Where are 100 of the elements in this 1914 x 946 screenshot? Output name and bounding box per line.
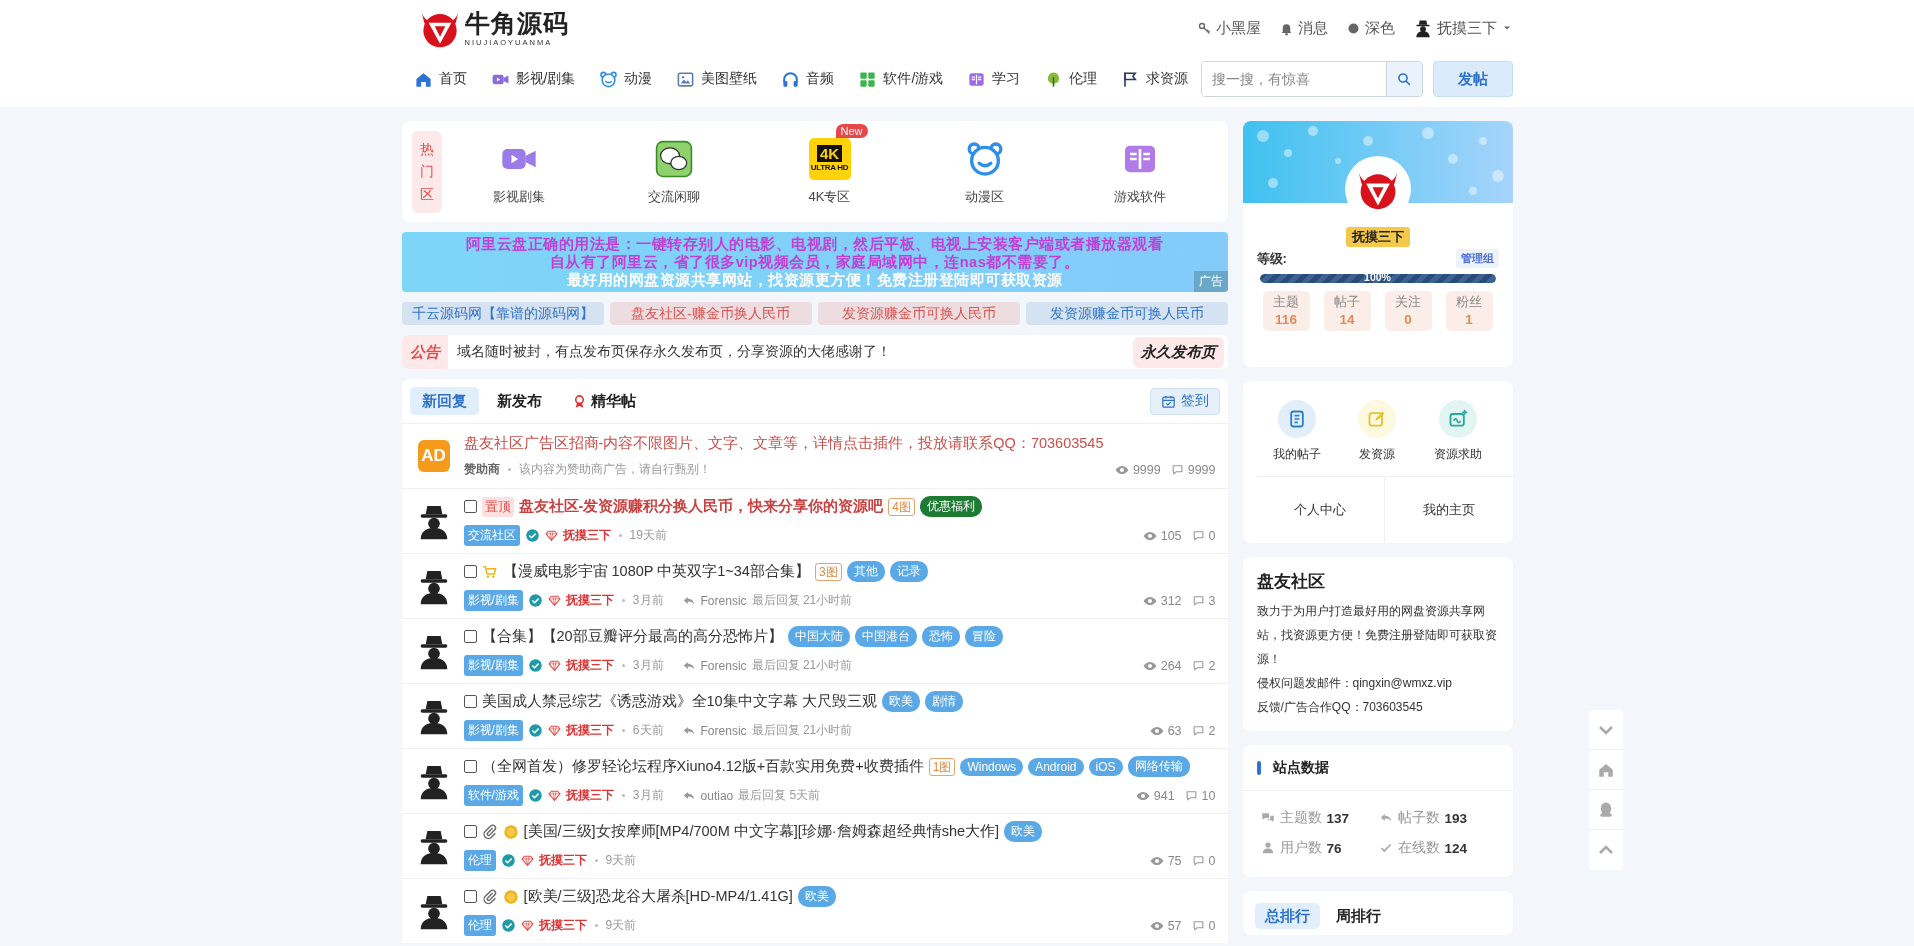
reply-count: 0 — [1208, 918, 1216, 933]
key-icon — [1196, 20, 1212, 36]
post-title[interactable]: 盘友社区广告区招商-内容不限图片、文字、文章等，详情点击插件，投放请联系QQ：703603545 — [463, 434, 1104, 453]
nav-link[interactable]: 美图壁纸 — [676, 69, 758, 89]
comment-icon — [1191, 919, 1205, 932]
feed-tab[interactable]: 精华帖 — [559, 387, 648, 415]
diamond-icon — [544, 529, 558, 542]
author-name[interactable]: 抚摸三下 — [565, 787, 614, 804]
author-name[interactable]: 抚摸三下 — [538, 917, 587, 934]
nav-link[interactable]: 学习 — [967, 69, 1021, 89]
author-name[interactable]: 抚摸三下 — [565, 722, 614, 739]
top-link[interactable]: 抚摸三下 — [1412, 18, 1513, 38]
post-title[interactable]: 【漫威电影宇宙 1080P 中英双字1~34部合集】 — [502, 562, 810, 581]
author-name[interactable]: 抚摸三下 — [562, 527, 611, 544]
nav-link[interactable]: 求资源 — [1121, 69, 1189, 89]
banner-text: 阿里云盘正确的用法是：一键转存别人的电影、电视剧，然后平板、电视上安装客户端或者播放器观看 — [465, 235, 1164, 253]
last-reply-user[interactable]: Forensic — [700, 593, 747, 608]
post-button[interactable]: 发帖 — [1432, 61, 1513, 97]
last-reply-user[interactable]: Forensic — [700, 658, 747, 673]
nav-link[interactable]: 音频 — [781, 69, 835, 89]
profile-link[interactable]: 我的主页 — [1384, 477, 1513, 543]
post-time: 9天前 — [605, 852, 637, 869]
checkbox[interactable] — [463, 500, 477, 513]
post-tag[interactable]: 剧情 — [924, 691, 963, 712]
author-name[interactable]: 抚摸三下 — [565, 657, 614, 674]
category-tag[interactable]: 软件/游戏 — [463, 785, 523, 806]
post-tag[interactable]: 中国港台 — [854, 626, 917, 647]
promo-link[interactable]: 发资源赚金币可换人民币 — [1025, 302, 1228, 325]
check-in-button[interactable]: 签到 — [1149, 387, 1220, 415]
nav-link[interactable]: 首页 — [413, 69, 467, 89]
author-name[interactable]: 抚摸三下 — [538, 852, 587, 869]
category-link[interactable]: 4K专区 — [808, 187, 851, 206]
stat-value: 14 — [1339, 311, 1355, 328]
top-link[interactable]: 小黑屋 — [1196, 18, 1261, 38]
nav-link[interactable]: 软件/游戏 — [858, 69, 944, 89]
last-reply-user[interactable]: outiao — [700, 788, 734, 803]
post-title[interactable]: 盘友社区-发资源赚积分换人民币，快来分享你的资源吧 — [518, 497, 884, 516]
promo-link[interactable]: 盘友社区-赚金币换人民币 — [609, 302, 812, 325]
stat-label: 关注 — [1395, 294, 1421, 311]
post-title[interactable]: [美国/三级]女按摩师[MP4/700M 中文字幕][珍娜·詹姆森超经典情she大作] — [523, 822, 1000, 841]
category-tag[interactable]: 交流社区 — [463, 525, 520, 546]
nav-link[interactable]: 影视/剧集 — [490, 69, 576, 89]
search-button[interactable] — [1385, 62, 1422, 96]
post-tag[interactable]: 欧美 — [797, 886, 836, 907]
post-tag[interactable]: 中国大陆 — [787, 626, 850, 647]
action-button[interactable]: 我的帖子 — [1261, 399, 1332, 476]
ranking-tab[interactable]: 总排行 — [1254, 903, 1320, 929]
post-title[interactable]: 美国成人禁忌综艺《诱惑游戏》全10集中文字幕 大尺毁三观 — [481, 692, 877, 711]
category-link[interactable]: 交流闲聊 — [648, 187, 701, 206]
category-tag[interactable]: 影视/剧集 — [463, 655, 523, 676]
post-title[interactable]: [欧美/三级]恐龙谷大屠杀[HD-MP4/1.41G] — [523, 887, 793, 906]
post-tag[interactable]: 优惠福利 — [920, 496, 983, 517]
stat-value: 0 — [1404, 311, 1412, 328]
promo-link[interactable]: 发资源赚金币可换人民币 — [817, 302, 1020, 325]
category-tag[interactable]: 影视/剧集 — [463, 720, 523, 741]
post-title[interactable]: （全网首发）修罗轻论坛程序Xiuno4.12版+百款实用免费+收费插件 — [481, 757, 924, 776]
checkbox[interactable] — [463, 760, 477, 773]
post-tag[interactable]: Windows — [960, 757, 1024, 776]
checkbox[interactable] — [463, 565, 477, 578]
category-link[interactable]: 动漫区 — [965, 187, 1005, 206]
action-button[interactable]: 资源求助 — [1423, 399, 1494, 476]
search-field[interactable]: 搜一搜，有惊喜 — [1200, 61, 1423, 97]
nav-link[interactable]: 伦理 — [1044, 69, 1098, 89]
checkbox[interactable] — [463, 630, 477, 643]
feed-tab[interactable]: 新回复 — [409, 387, 479, 415]
post-tag[interactable]: 恐怖 — [921, 626, 960, 647]
image-count: 1图 — [928, 757, 956, 776]
view-count: 264 — [1160, 658, 1182, 673]
post-tag[interactable]: 冒险 — [964, 626, 1003, 647]
post-tag[interactable]: Android — [1028, 757, 1084, 776]
post-tag[interactable]: iOS — [1088, 757, 1123, 776]
category-link[interactable]: 影视剧集 — [493, 187, 546, 206]
comment-icon — [1191, 659, 1205, 672]
promo-link[interactable]: 千云源码网【靠谱的源码网】 — [401, 302, 604, 325]
last-reply-user[interactable]: Forensic — [700, 723, 747, 738]
category-tag[interactable]: 影视/剧集 — [463, 590, 523, 611]
category-link[interactable]: 游戏软件 — [1113, 187, 1166, 206]
top-link[interactable]: 消息 — [1278, 18, 1328, 38]
grid-icon — [858, 69, 878, 89]
permanent-page-link[interactable]: 永久发布页 — [1132, 336, 1224, 368]
checkbox[interactable] — [463, 890, 477, 903]
top-link[interactable]: 深色 — [1345, 18, 1395, 38]
post-tag[interactable]: 记录 — [889, 561, 928, 582]
action-button[interactable]: 发资源 — [1342, 399, 1413, 476]
nav-link[interactable]: 动漫 — [599, 69, 653, 89]
post-tag[interactable]: 其他 — [846, 561, 885, 582]
feed-tab[interactable]: 新发布 — [484, 387, 554, 415]
post-tag[interactable]: 欧美 — [881, 691, 920, 712]
post-tag[interactable]: 网络传输 — [1127, 756, 1190, 777]
category-tag[interactable]: 伦理 — [463, 915, 496, 936]
last-reply-time: 最后回复 21小时前 — [751, 657, 853, 674]
profile-link[interactable]: 个人中心 — [1256, 477, 1384, 543]
checkbox[interactable] — [463, 825, 477, 838]
post-tag[interactable]: 欧美 — [1004, 821, 1043, 842]
post-time: 3月前 — [632, 657, 664, 674]
ranking-tab[interactable]: 周排行 — [1325, 903, 1391, 929]
category-tag[interactable]: 伦理 — [463, 850, 496, 871]
post-title[interactable]: 【合集】【20部豆瓣评分最高的高分恐怖片】 — [481, 627, 783, 646]
checkbox[interactable] — [463, 695, 477, 708]
author-name[interactable]: 抚摸三下 — [565, 592, 614, 609]
